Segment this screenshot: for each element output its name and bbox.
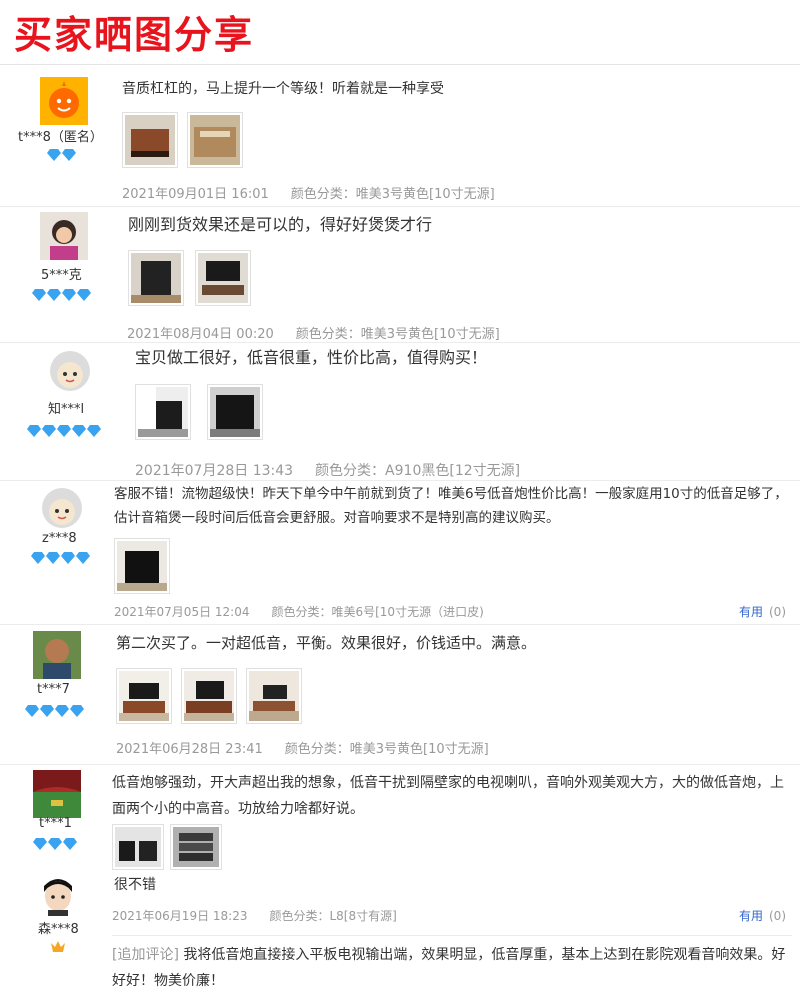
- review-meta: 2021年07月05日 12:04 颜色分类：唯美6号[10寸无源（进口皮): [114, 603, 484, 620]
- review-text: 第二次买了。一对超低音，平衡。效果很好，价钱适中。满意。: [116, 634, 537, 652]
- review-date: 2021年07月28日 13:43: [135, 463, 294, 479]
- review-image-2[interactable]: [195, 250, 251, 306]
- review-text: 客服不错！流物超级快！昨天下单今中午前就到货了！唯美6号低音炮性价比高！一般家庭…: [114, 486, 788, 526]
- user-name[interactable]: 5***克: [41, 264, 82, 283]
- review-divider: [0, 480, 800, 481]
- review-image-2[interactable]: [170, 824, 222, 870]
- useful-button[interactable]: 有用: [739, 909, 763, 923]
- avatar[interactable]: [33, 631, 81, 679]
- review-spec: 颜色分类：A910黑色[12寸无源]: [315, 463, 521, 479]
- review-divider: [0, 206, 800, 207]
- review-image-1[interactable]: [116, 668, 172, 724]
- user-level-diamonds: [47, 149, 77, 163]
- review-date: 2021年07月05日 12:04: [114, 605, 250, 619]
- user-level-diamonds: [33, 838, 78, 852]
- review-date: 2021年06月19日 18:23: [112, 909, 248, 923]
- review-text: 音质杠杠的，马上提升一个等级！听着就是一种享受: [122, 81, 444, 97]
- user-name[interactable]: t***8（匿名）: [18, 126, 103, 145]
- review-divider: [0, 764, 800, 765]
- avatar[interactable]: [40, 77, 88, 125]
- review-meta: 2021年08月04日 00:20 颜色分类：唯美3号黄色[10寸无源]: [127, 323, 500, 342]
- followup-divider: [112, 935, 792, 936]
- useful-vote: 有用 (0): [739, 907, 786, 924]
- crown-icon: [51, 941, 65, 952]
- user-name[interactable]: 知***l: [48, 398, 84, 417]
- review-image-2[interactable]: [181, 668, 237, 724]
- review-meta: 2021年06月19日 18:23 颜色分类：L8[8寸有源]: [112, 907, 397, 924]
- review-spec: 颜色分类：唯美3号黄色[10寸无源]: [284, 742, 489, 757]
- followup-text: 我将低音炮直接接入平板电视输出端，效果明显，低音厚重，基本上达到在影院观看音响效…: [112, 947, 786, 989]
- useful-button[interactable]: 有用: [739, 605, 763, 619]
- user-name[interactable]: z***8: [42, 531, 77, 546]
- review-image-2[interactable]: [187, 112, 243, 168]
- review-date: 2021年06月28日 23:41: [116, 742, 263, 757]
- review-image-1[interactable]: [135, 384, 191, 440]
- avatar[interactable]: [33, 770, 81, 818]
- review-date: 2021年09月01日 16:01: [122, 187, 269, 202]
- review-image-3[interactable]: [246, 668, 302, 724]
- review-image-2[interactable]: [207, 384, 263, 440]
- useful-vote: 有用 (0): [739, 603, 786, 620]
- review-meta: 2021年09月01日 16:01 颜色分类：唯美3号黄色[10寸无源]: [122, 183, 495, 202]
- review-meta: 2021年06月28日 23:41 颜色分类：唯美3号黄色[10寸无源]: [116, 738, 489, 757]
- user-level-diamonds: [31, 552, 91, 566]
- user-name[interactable]: t***7: [37, 682, 70, 697]
- avatar[interactable]: [40, 212, 88, 260]
- user-level-diamonds: [27, 425, 102, 439]
- user-level-diamonds: [32, 289, 92, 303]
- page-title: 买家晒图分享: [14, 13, 255, 57]
- title-divider: [0, 64, 800, 65]
- review-date: 2021年08月04日 00:20: [127, 327, 274, 342]
- avatar[interactable]: [46, 347, 94, 395]
- review-image-1[interactable]: [122, 112, 178, 168]
- user-level-diamonds: [25, 705, 85, 719]
- review-image-1[interactable]: [114, 538, 170, 594]
- avatar[interactable]: [38, 484, 86, 532]
- review-image-1[interactable]: [128, 250, 184, 306]
- user-name[interactable]: t***1: [39, 816, 72, 831]
- review-meta: 2021年07月28日 13:43 颜色分类：A910黑色[12寸无源]: [135, 460, 520, 480]
- followup-comment: [追加评论] 我将低音炮直接接入平板电视输出端，效果明显，低音厚重，基本上达到在…: [112, 942, 792, 994]
- review-divider: [0, 624, 800, 625]
- review-text: 很不错: [114, 877, 156, 893]
- review-text: 刚刚到货效果还是可以的，得好好煲煲才行: [128, 215, 433, 234]
- review-spec: 颜色分类：唯美3号黄色[10寸无源]: [290, 187, 495, 202]
- avatar[interactable]: [36, 872, 80, 916]
- review-text: 宝贝做工很好，低音很重，性价比高，值得购买！: [135, 348, 488, 367]
- followup-tag: [追加评论]: [112, 947, 179, 963]
- review-spec: 颜色分类：唯美3号黄色[10寸无源]: [295, 327, 500, 342]
- review-spec: 颜色分类：L8[8寸有源]: [269, 909, 397, 923]
- useful-count: (0): [769, 605, 786, 619]
- review-text: 低音炮够强劲，开大声超出我的想象，低音干扰到隔壁家的电视喇叭，音响外观美观大方，…: [112, 775, 784, 817]
- review-image-1[interactable]: [112, 824, 164, 870]
- review-divider: [0, 342, 800, 343]
- user-name[interactable]: 森***8: [38, 918, 79, 937]
- useful-count: (0): [769, 909, 786, 923]
- review-spec: 颜色分类：唯美6号[10寸无源（进口皮): [271, 605, 484, 619]
